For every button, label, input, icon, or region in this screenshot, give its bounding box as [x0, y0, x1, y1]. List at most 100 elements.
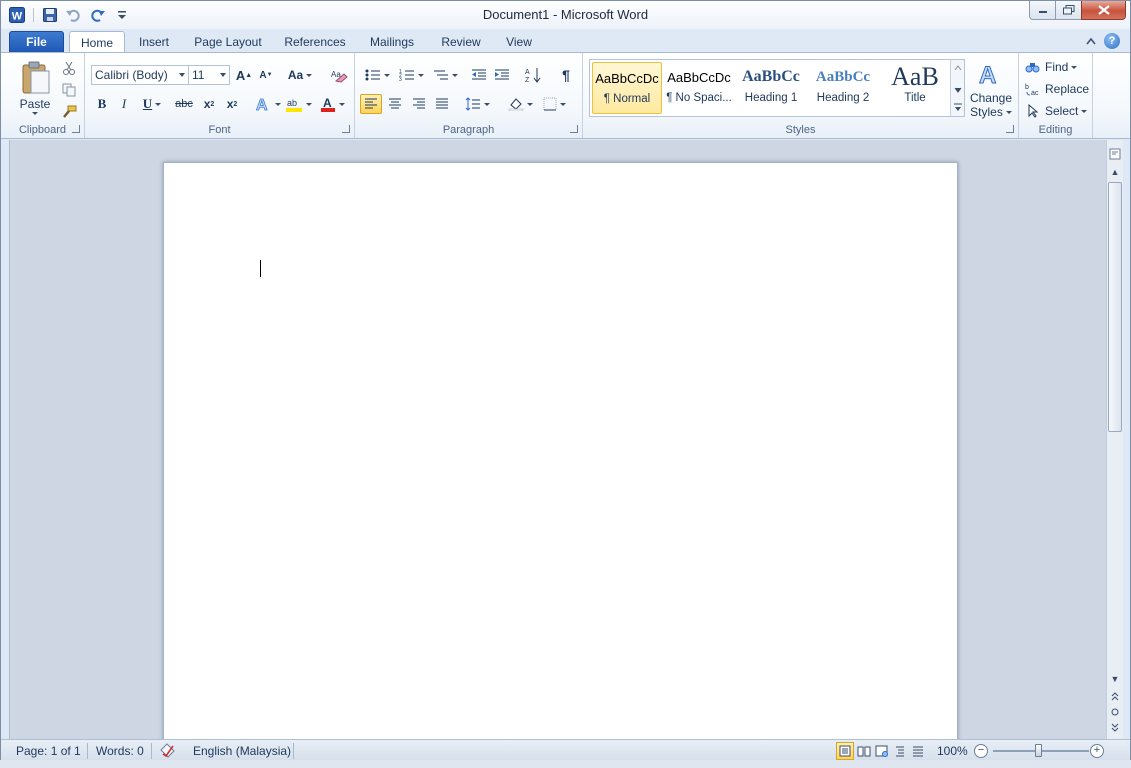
tab-file[interactable]: File	[9, 31, 64, 53]
line-spacing-icon[interactable]	[463, 95, 491, 113]
align-center-icon[interactable]	[385, 95, 405, 113]
web-layout-icon[interactable]	[873, 742, 891, 760]
word-count[interactable]: Words: 0	[96, 744, 144, 758]
change-styles-icon: A	[979, 62, 997, 90]
cut-icon[interactable]	[59, 59, 79, 77]
sort-icon[interactable]: AZ	[523, 66, 543, 84]
replace-button[interactable]: b ac Replace	[1025, 79, 1091, 99]
select-button[interactable]: Select	[1025, 101, 1091, 121]
grow-font-icon[interactable]: A ▲	[235, 66, 253, 84]
next-page-icon[interactable]	[1107, 720, 1123, 736]
help-icon[interactable]: ?	[1104, 33, 1120, 49]
group-editing: Find b ac Replace Select Editing	[1019, 53, 1093, 138]
decrease-indent-icon[interactable]	[469, 66, 489, 84]
strikethrough-icon[interactable]: abc	[173, 95, 195, 113]
text-cursor	[260, 260, 261, 277]
align-right-icon[interactable]	[409, 95, 429, 113]
close-button[interactable]	[1081, 1, 1126, 20]
draft-icon[interactable]	[909, 742, 927, 760]
select-browse-object-icon[interactable]	[1107, 704, 1123, 720]
bold-icon[interactable]: B	[93, 95, 111, 113]
zoom-in-icon[interactable]: +	[1090, 744, 1104, 758]
shading-icon[interactable]	[505, 95, 535, 113]
ribbon-controls: ?	[1086, 33, 1120, 49]
borders-icon[interactable]	[539, 95, 569, 113]
style-heading-1[interactable]: AaBbCc Heading 1	[736, 62, 806, 114]
scroll-up-icon[interactable]: ▲	[1107, 164, 1123, 180]
svg-text:Z: Z	[525, 77, 530, 83]
proofing-icon[interactable]	[159, 742, 177, 761]
justify-icon[interactable]	[432, 95, 452, 113]
tab-view[interactable]: View	[501, 31, 537, 53]
full-screen-reading-icon[interactable]	[855, 742, 873, 760]
tab-insert[interactable]: Insert	[133, 31, 175, 53]
subscript-icon[interactable]: x2	[199, 95, 219, 113]
ruler-toggle-icon[interactable]	[1107, 146, 1123, 162]
style-heading-2[interactable]: AaBbCc Heading 2	[808, 62, 878, 114]
bullets-icon[interactable]	[363, 66, 391, 84]
font-launcher[interactable]	[342, 125, 350, 133]
font-size-value: 11	[192, 68, 205, 82]
style-no-spacing[interactable]: AaBbCcDc ¶ No Spaci...	[664, 62, 734, 114]
copy-icon[interactable]	[59, 81, 79, 99]
zoom-out-icon[interactable]: −	[974, 744, 988, 758]
minimize-ribbon-icon[interactable]	[1086, 34, 1096, 48]
underline-icon[interactable]: U	[139, 95, 165, 113]
superscript-icon[interactable]: x2	[222, 95, 242, 113]
font-size-combo[interactable]: 11	[188, 65, 230, 85]
window-controls	[1029, 1, 1126, 20]
previous-page-icon[interactable]	[1107, 688, 1123, 704]
style-heading-2-sample: AaBbCc	[815, 68, 871, 85]
tab-page-layout[interactable]: Page Layout	[189, 31, 267, 53]
tab-home[interactable]: Home	[69, 31, 125, 54]
bottom-edge	[0, 760, 1131, 768]
find-button[interactable]: Find	[1025, 57, 1091, 77]
paragraph-launcher[interactable]	[570, 125, 578, 133]
maximize-button[interactable]	[1055, 1, 1082, 20]
style-no-spacing-sample: AaBbCcDc	[667, 69, 731, 85]
ribbon-tabs: File Home Insert Page Layout References …	[1, 29, 1130, 54]
styles-gallery-scroll[interactable]	[950, 60, 964, 116]
tab-references[interactable]: References	[279, 31, 351, 53]
tab-review[interactable]: Review	[437, 31, 485, 53]
change-case-button[interactable]: Aa	[287, 66, 313, 84]
language[interactable]: English (Malaysia)	[193, 744, 291, 758]
replace-label: Replace	[1045, 82, 1090, 96]
highlight-icon[interactable]: ab	[283, 95, 313, 113]
status-separator	[151, 743, 152, 759]
zoom-level[interactable]: 100%	[937, 744, 968, 758]
font-name-combo[interactable]: Calibri (Body)	[91, 65, 189, 85]
numbering-icon[interactable]: 123	[397, 66, 425, 84]
show-formatting-icon[interactable]: ¶	[557, 66, 575, 84]
tab-mailings[interactable]: Mailings	[363, 31, 421, 53]
italic-icon[interactable]: I	[115, 95, 133, 113]
style-heading-2-label: Heading 2	[816, 92, 870, 104]
align-left-icon[interactable]	[360, 94, 382, 114]
format-painter-icon[interactable]	[59, 103, 79, 121]
outline-icon[interactable]	[891, 742, 909, 760]
style-title-sample: AaB	[891, 62, 939, 91]
zoom-slider-thumb[interactable]	[1035, 744, 1042, 757]
style-normal[interactable]: AaBbCcDc ¶ Normal	[592, 62, 662, 114]
paste-button[interactable]: Paste	[15, 57, 55, 119]
scroll-thumb[interactable]	[1108, 182, 1122, 432]
font-group-label: Font	[208, 124, 231, 136]
font-color-icon[interactable]: A	[317, 95, 347, 113]
clear-formatting-icon[interactable]: Aa	[329, 65, 349, 85]
minimize-button[interactable]	[1029, 1, 1056, 20]
change-styles-button[interactable]: A Change Styles	[967, 57, 1015, 123]
document-page[interactable]	[163, 162, 958, 739]
increase-indent-icon[interactable]	[492, 66, 512, 84]
shrink-font-icon[interactable]: A ▼	[257, 66, 275, 84]
font-name-value: Calibri (Body)	[95, 68, 168, 82]
print-layout-icon[interactable]	[836, 742, 854, 760]
multilevel-list-icon[interactable]	[431, 66, 459, 84]
vertical-scrollbar[interactable]: ▲ ▼	[1106, 140, 1123, 739]
clipboard-launcher[interactable]	[72, 125, 80, 133]
style-normal-sample: AaBbCcDc	[595, 70, 659, 86]
styles-launcher[interactable]	[1006, 125, 1014, 133]
style-title[interactable]: AaB Title	[880, 62, 950, 114]
text-effects-icon[interactable]: A	[253, 95, 281, 113]
page-count[interactable]: Page: 1 of 1	[16, 744, 81, 758]
scroll-down-icon[interactable]: ▼	[1107, 671, 1123, 687]
